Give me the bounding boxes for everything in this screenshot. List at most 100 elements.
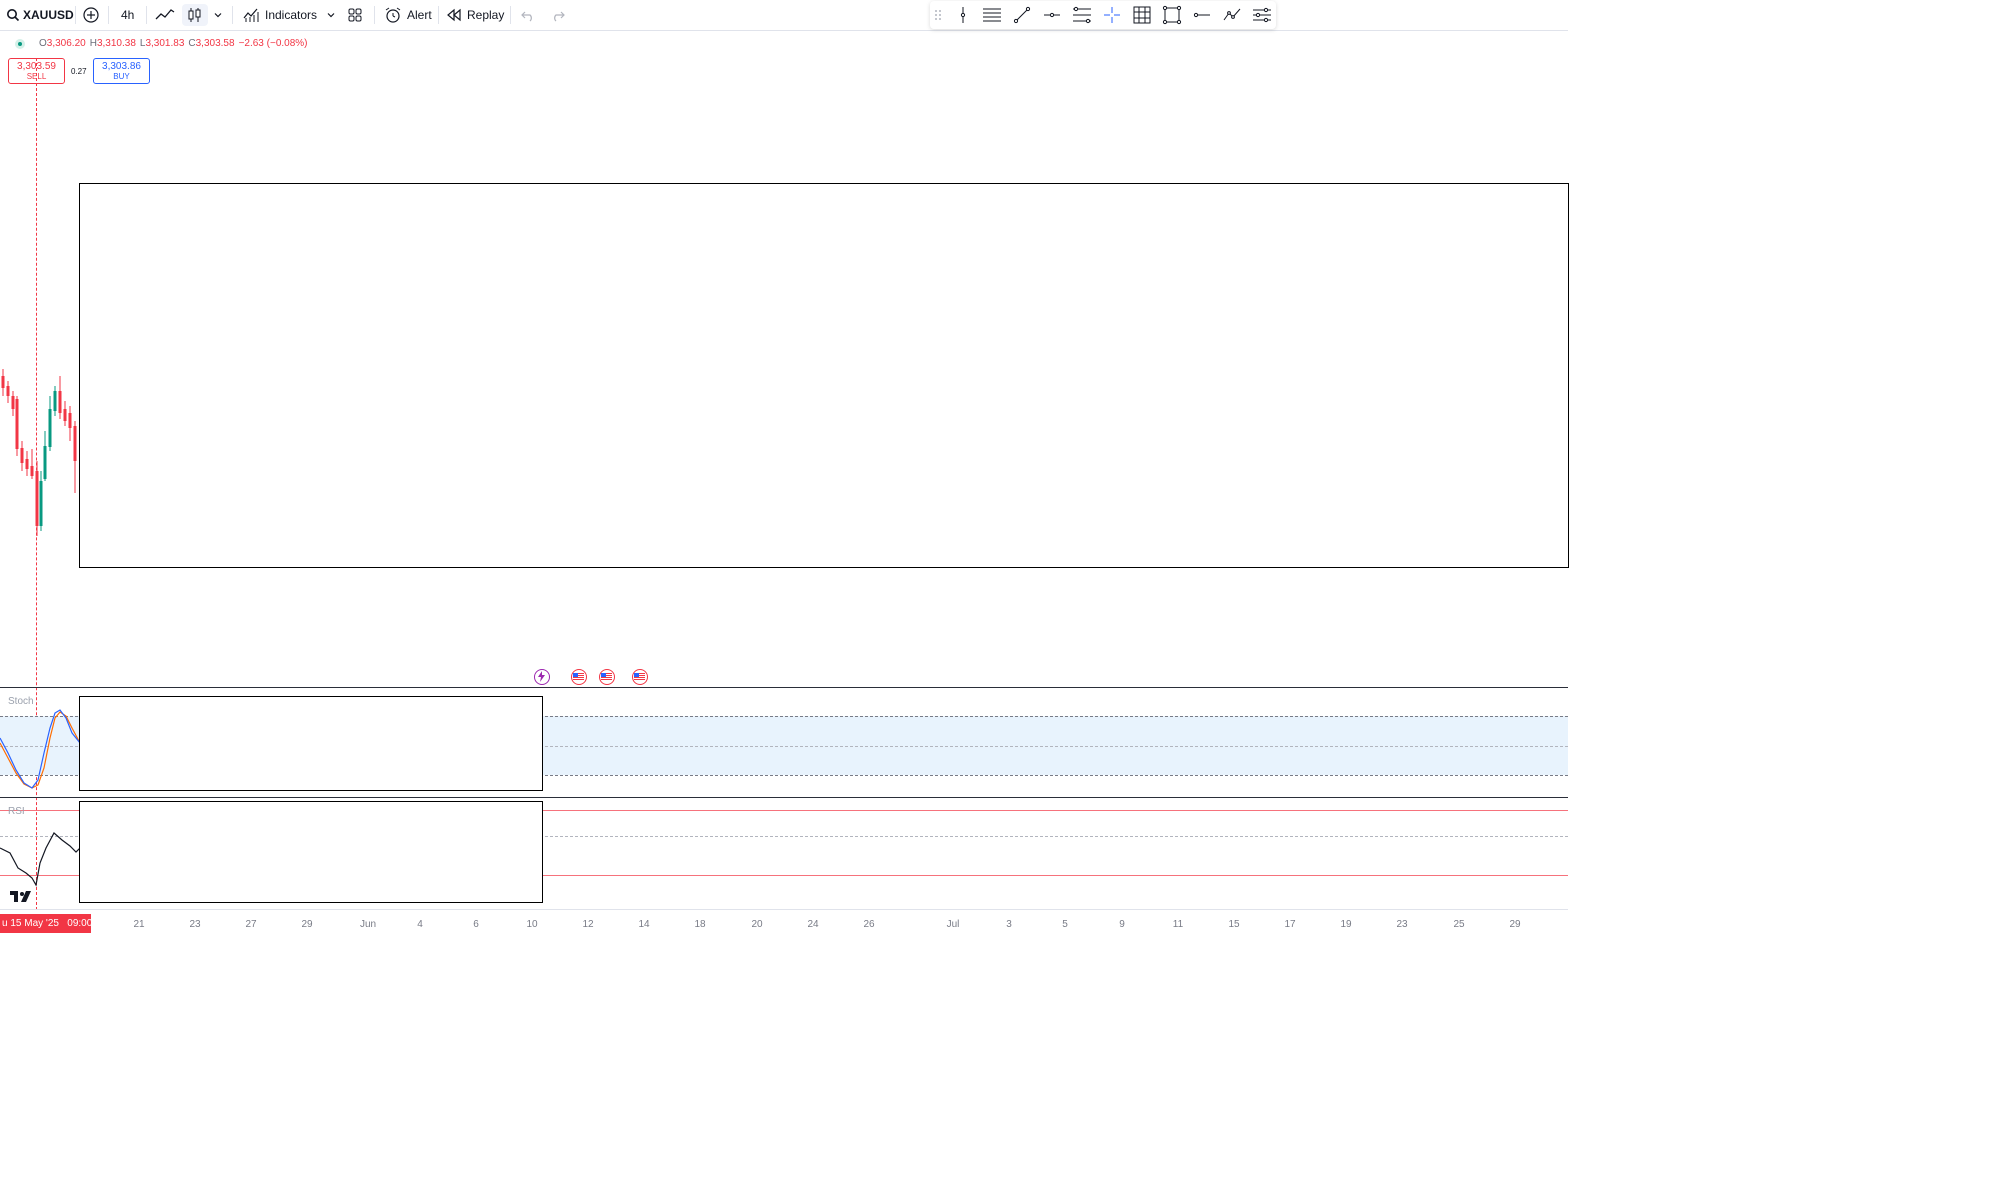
undo-icon — [521, 11, 532, 22]
time-axis-label: 20 — [751, 919, 763, 930]
time-axis-label: 3 — [1006, 919, 1012, 930]
chevron-down-icon — [327, 13, 335, 18]
parallel-channel-tool[interactable] — [980, 4, 1004, 26]
symbol-search-button[interactable]: XAUUSD — [6, 4, 74, 26]
time-axis-label: 21 — [133, 919, 145, 930]
horizontal-line-icon — [1193, 12, 1210, 18]
rectangle-tool[interactable] — [1160, 4, 1184, 26]
chart-area-placeholder — [79, 183, 1569, 568]
time-axis-label: 29 — [301, 919, 313, 930]
candles-chart-type-button[interactable] — [182, 4, 208, 26]
time-axis-label: 27 — [245, 919, 257, 930]
time-axis-label: 23 — [1396, 919, 1408, 930]
crosshair-time-label: u 15 May '25 09:00 — [0, 914, 92, 933]
line-chart-type-button[interactable] — [154, 4, 176, 26]
plus-circle-icon — [83, 7, 99, 23]
candle — [30, 466, 34, 476]
alert-button[interactable]: Alert — [384, 4, 432, 26]
lightning-icon[interactable] — [534, 669, 550, 685]
crosshair-icon — [1104, 7, 1120, 23]
time-axis-label: Jul — [946, 919, 960, 930]
close-value: 3,303.58 — [195, 38, 235, 49]
candle — [73, 426, 77, 461]
time-axis-border — [0, 909, 1568, 910]
us-flag-icon[interactable] — [599, 669, 615, 685]
candle — [48, 409, 52, 447]
path-tool[interactable] — [1220, 4, 1244, 26]
chart-type-dropdown[interactable] — [212, 4, 224, 26]
time-axis-label: 6 — [473, 919, 479, 930]
line-chart-icon — [155, 9, 175, 20]
candlestick-series — [1, 369, 77, 536]
replay-button[interactable]: Replay — [446, 4, 504, 26]
drag-handle-icon[interactable] — [930, 4, 946, 26]
grid-icon — [1133, 6, 1151, 24]
candle — [43, 446, 47, 479]
time-axis-label: 17 — [1284, 919, 1296, 930]
horizontal-line-tool[interactable] — [1190, 4, 1214, 26]
vertical-line-tool[interactable] — [951, 4, 975, 26]
low-value: 3,301.83 — [145, 38, 185, 49]
candle — [53, 391, 57, 411]
stoch-lines — [0, 709, 80, 789]
crosshair-tool[interactable] — [1100, 4, 1124, 26]
horizontal-ray-icon — [1044, 12, 1060, 18]
rsi-placeholder — [79, 801, 543, 903]
gann-box-tool[interactable] — [1130, 4, 1154, 26]
candle — [39, 481, 43, 526]
indicators-icon — [243, 8, 259, 22]
candle — [6, 386, 10, 396]
candle — [58, 391, 62, 413]
layouts-button[interactable] — [346, 4, 364, 26]
horizontal-ray-tool[interactable] — [1040, 4, 1064, 26]
high-value: 3,310.38 — [96, 38, 136, 49]
pane-divider[interactable] — [0, 687, 1568, 688]
time-axis-label: 15 — [1228, 919, 1240, 930]
horizontal-lines-icon — [983, 8, 1001, 22]
time-axis-label: 29 — [1509, 919, 1521, 930]
replay-label: Replay — [467, 8, 505, 22]
path-icon — [1223, 8, 1241, 21]
buy-button[interactable]: 3,303.86 BUY — [93, 58, 150, 84]
us-flag-icon[interactable] — [632, 669, 648, 685]
alert-label: Alert — [407, 8, 432, 22]
grid-layout-icon — [348, 8, 362, 22]
alarm-clock-icon — [385, 7, 401, 23]
fib-levels-icon — [1073, 6, 1091, 24]
rewind-icon — [447, 8, 461, 22]
buy-label: BUY — [113, 72, 130, 81]
sliders-icon — [1253, 7, 1271, 23]
redo-button[interactable] — [550, 4, 566, 26]
candle — [63, 409, 67, 421]
time-axis-label: 12 — [582, 919, 594, 930]
rectangle-icon — [1162, 5, 1182, 25]
time-axis-label: 4 — [417, 919, 423, 930]
time-axis-label: 25 — [1453, 919, 1465, 930]
time-axis-label: 10 — [526, 919, 538, 930]
stoch-k-line — [0, 709, 80, 789]
us-flag-icon[interactable] — [571, 669, 587, 685]
candle — [20, 448, 24, 463]
candle — [15, 399, 19, 449]
buy-price: 3,303.86 — [102, 61, 141, 72]
more-tools-button[interactable] — [1250, 4, 1274, 26]
compare-symbol-button[interactable] — [82, 4, 100, 26]
candle — [25, 459, 29, 469]
time-axis-label: 5 — [1062, 919, 1068, 930]
time-axis-label: 18 — [694, 919, 706, 930]
tradingview-logo[interactable] — [10, 889, 36, 908]
interval-button[interactable]: 4h — [117, 4, 138, 26]
high-key: H — [89, 38, 97, 49]
candle — [68, 413, 72, 428]
time-axis-label: 19 — [1340, 919, 1352, 930]
time-axis-label: 24 — [807, 919, 819, 930]
time-axis-label: 26 — [863, 919, 875, 930]
time-axis-label: 9 — [1119, 919, 1125, 930]
undo-button[interactable] — [520, 4, 536, 26]
trend-line-tool[interactable] — [1010, 4, 1034, 26]
search-icon — [7, 9, 20, 22]
fib-retracement-tool[interactable] — [1070, 4, 1094, 26]
indicators-dropdown[interactable] — [325, 4, 337, 26]
indicators-button[interactable]: Indicators — [242, 4, 317, 26]
pane-divider[interactable] — [0, 797, 1568, 798]
